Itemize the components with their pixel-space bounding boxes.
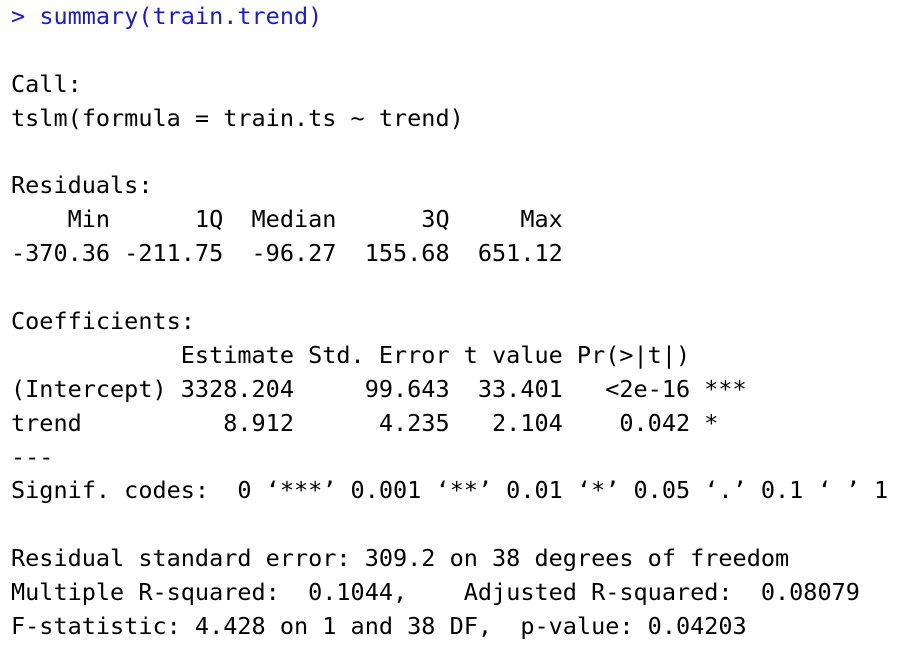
residuals-header: Residuals: — [11, 171, 153, 200]
coefficients-header: Coefficients: — [11, 307, 195, 336]
coefficients-row-trend: trend 8.912 4.235 2.104 0.042 * — [11, 408, 747, 437]
residual-standard-error: Residual standard error: 309.2 on 38 deg… — [11, 544, 790, 573]
coefficients-row-intercept: (Intercept) 3328.204 99.643 33.401 <2e-1… — [11, 374, 747, 403]
console-prompt: > — [11, 2, 26, 30]
f-statistic-line: F-statistic: 4.428 on 1 and 38 DF, p-val… — [11, 612, 747, 641]
command-text: summary(train.trend) — [39, 2, 323, 30]
residuals-values: -370.36 -211.75 -96.27 155.68 651.12 — [11, 239, 577, 268]
separator-line: --- — [11, 442, 54, 471]
call-formula: tslm(formula = train.ts ~ trend) — [11, 103, 464, 132]
r-squared-line: Multiple R-squared: 0.1044, Adjusted R-s… — [11, 578, 875, 607]
coefficients-column-headers: Estimate Std. Error t value Pr(>|t|) — [11, 340, 747, 369]
call-header: Call: — [11, 69, 82, 98]
r-console-output: > summary(train.trend) Call: tslm(formul… — [11, 0, 911, 644]
signif-codes: Signif. codes: 0 ‘***’ 0.001 ‘**’ 0.01 ‘… — [11, 476, 889, 505]
residuals-labels: Min 1Q Median 3Q Max — [11, 205, 577, 234]
command-line: > summary(train.trend) — [11, 0, 911, 34]
